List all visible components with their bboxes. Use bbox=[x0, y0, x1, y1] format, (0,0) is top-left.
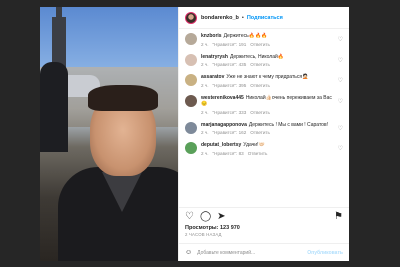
posted-time[interactable]: 2 ЧАСОВ НАЗАД bbox=[179, 231, 349, 237]
comment-item: assaratov Уже не знают к чему придраться🤦… bbox=[185, 74, 343, 89]
commenter-username[interactable]: westerenikova445 bbox=[201, 95, 244, 101]
comment-likes[interactable]: "Нравится": 395 bbox=[213, 83, 247, 88]
commenter-avatar[interactable] bbox=[185, 142, 197, 154]
comment-time: 2 ч. bbox=[201, 130, 209, 135]
share-icon[interactable]: ➤ bbox=[217, 211, 225, 222]
comment-likes[interactable]: "Нравится": 435 bbox=[213, 62, 247, 67]
comments-list[interactable]: knzboris Держитесь🔥🔥🔥 2 ч. "Нравится": 191… bbox=[179, 29, 349, 207]
comment-likes[interactable]: "Нравится": 191 bbox=[213, 42, 247, 47]
post-header: bondarenko_b • Подписаться bbox=[179, 7, 349, 29]
commenter-username[interactable]: knzboris bbox=[201, 33, 222, 39]
comment-likes[interactable]: "Нравится": 83 bbox=[213, 151, 244, 156]
reply-button[interactable]: Ответить bbox=[250, 110, 270, 115]
emoji-icon[interactable]: ☺ bbox=[185, 249, 192, 256]
publish-button[interactable]: Опубликовать bbox=[307, 250, 343, 256]
commenter-avatar[interactable] bbox=[185, 94, 197, 107]
comment-item: westerenikova445 Николай👍🏻очень переживае… bbox=[185, 94, 343, 117]
reply-button[interactable]: Ответить bbox=[250, 130, 270, 135]
heart-icon[interactable]: ♡ bbox=[338, 125, 343, 132]
comment-item: deputat_lobertsy Удачи!🤝🏻 2 ч. "Нравится":… bbox=[185, 142, 343, 157]
heart-icon[interactable]: ♡ bbox=[338, 98, 343, 105]
heart-icon[interactable]: ♡ bbox=[338, 145, 343, 152]
add-comment-bar: ☺ Добавьте комментарий... Опубликовать bbox=[179, 243, 349, 261]
post-sidebar: bondarenko_b • Подписаться knzboris Держи… bbox=[178, 7, 349, 261]
comment-likes[interactable]: "Нравится": 162 bbox=[213, 130, 247, 135]
post-actions: ♡ ◯ ➤ ⚑ bbox=[179, 207, 349, 225]
comment-text: Держитесь ! Мы с вами ! Саратов! bbox=[248, 121, 329, 128]
commenter-username[interactable]: assaratov bbox=[201, 74, 224, 80]
speaker-hair bbox=[88, 85, 158, 111]
comment-input[interactable]: Добавьте комментарий... bbox=[197, 250, 307, 256]
reply-button[interactable]: Ответить bbox=[250, 42, 270, 47]
comment-likes[interactable]: "Нравится": 333 bbox=[213, 110, 247, 115]
post-modal: bondarenko_b • Подписаться knzboris Держи… bbox=[40, 7, 349, 261]
comment-time: 2 ч. bbox=[201, 62, 209, 67]
commenter-username[interactable]: deputat_lobertsy bbox=[201, 142, 241, 148]
commenter-avatar[interactable] bbox=[185, 74, 197, 86]
author-avatar[interactable] bbox=[185, 11, 197, 24]
commenter-avatar[interactable] bbox=[185, 33, 197, 45]
reply-button[interactable]: Ответить bbox=[250, 83, 270, 88]
comment-time: 2 ч. bbox=[201, 41, 209, 47]
comment-text: Держитесь, Николай🔥 bbox=[229, 53, 284, 60]
bookmark-icon[interactable]: ⚑ bbox=[334, 211, 343, 222]
commenter-username[interactable]: marjanagapponova bbox=[201, 122, 247, 128]
heart-icon[interactable]: ♡ bbox=[338, 57, 343, 64]
comment-text: Уже не знают к чему придраться🤦🏻 bbox=[226, 74, 309, 80]
heart-icon[interactable]: ♡ bbox=[338, 36, 343, 43]
heart-icon[interactable]: ♡ bbox=[338, 77, 343, 84]
comment-text: Держитесь🔥🔥🔥 bbox=[223, 33, 268, 39]
comment-time: 2 ч. bbox=[201, 82, 209, 88]
comment-item: lenatryrysh Держитесь, Николай🔥 2 ч. "Нрав… bbox=[185, 53, 343, 69]
follow-button[interactable]: Подписаться bbox=[247, 15, 283, 21]
commenter-avatar[interactable] bbox=[185, 121, 197, 134]
like-icon[interactable]: ♡ bbox=[185, 211, 194, 222]
separator-dot: • bbox=[241, 14, 244, 21]
commenter-username[interactable]: lenatryrysh bbox=[201, 54, 228, 60]
comment-icon[interactable]: ◯ bbox=[200, 211, 211, 222]
reply-button[interactable]: Ответить bbox=[250, 62, 270, 67]
commenter-avatar[interactable] bbox=[185, 53, 197, 66]
comment-item: marjanagapponova Держитесь ! Мы с вами ! … bbox=[185, 121, 343, 137]
comment-item: knzboris Держитесь🔥🔥🔥 2 ч. "Нравится": 191… bbox=[185, 33, 343, 48]
reply-button[interactable]: Ответить bbox=[248, 151, 268, 156]
comment-text: Удачи!🤝🏻 bbox=[243, 142, 265, 148]
post-video[interactable] bbox=[40, 7, 178, 261]
comment-time: 2 ч. bbox=[201, 109, 209, 115]
background-person bbox=[40, 62, 68, 152]
comment-time: 2 ч. bbox=[201, 150, 209, 156]
author-username[interactable]: bondarenko_b bbox=[201, 15, 239, 21]
